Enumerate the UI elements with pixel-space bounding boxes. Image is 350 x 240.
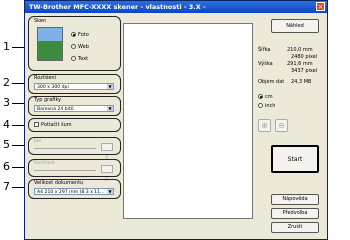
chevron-down-icon[interactable]: ▼: [107, 189, 113, 194]
defaults-button[interactable]: Předvolba: [271, 208, 319, 219]
help-button[interactable]: Nápověda: [271, 194, 319, 205]
scan-group-label: Sken: [34, 18, 47, 24]
callout-5: 5: [3, 138, 10, 151]
document-size-label: Velikost dokumentu: [34, 180, 84, 186]
brightness-slider[interactable]: [34, 148, 96, 149]
chevron-down-icon[interactable]: ▼: [107, 106, 113, 111]
document-size-value: A4 210 x 297 mm (8.3 x 11...: [37, 190, 105, 195]
brightness-label: Jas: [34, 138, 42, 144]
width-mm-value: 210,0 mm: [287, 47, 313, 53]
chevron-down-icon[interactable]: ▼: [107, 84, 113, 89]
height-px-value: 3437 pixel: [291, 68, 318, 74]
scan-option-text-label[interactable]: Text: [78, 56, 88, 62]
zoom-out-icon[interactable]: ⊖: [275, 119, 288, 132]
scan-option-photo-radio[interactable]: [71, 32, 76, 37]
contrast-label: Kontrast: [34, 160, 55, 166]
callout-4: 4: [3, 118, 10, 131]
reduce-noise-label[interactable]: Potlačit šum: [41, 122, 72, 128]
scanner-properties-window: TW-Brother MFC-XXXX skener - vlastnosti …: [24, 0, 328, 240]
height-label: Výška: [258, 61, 273, 67]
callout-3: 3: [3, 96, 10, 109]
scan-option-web-radio[interactable]: [71, 44, 76, 49]
unit-cm-label[interactable]: cm: [265, 94, 273, 100]
window-title: TW-Brother MFC-XXXX skener - vlastnosti …: [25, 1, 327, 13]
callout-1: 1: [3, 40, 10, 53]
start-button[interactable]: Start: [271, 145, 319, 173]
brightness-value-field[interactable]: 0: [101, 143, 113, 161]
contrast-slider[interactable]: [34, 170, 96, 171]
document-size-select[interactable]: A4 210 x 297 mm (8.3 x 11... ▼: [34, 188, 114, 195]
data-size-label: Objem dat: [258, 79, 285, 85]
scan-type-value: Barevná 24 bitů: [37, 107, 74, 112]
zoom-in-icon[interactable]: ⊕: [258, 119, 271, 132]
callout-6: 6: [3, 160, 10, 173]
contrast-value-field[interactable]: 0: [101, 165, 113, 183]
cancel-button[interactable]: Zrušit: [271, 222, 319, 233]
width-px-value: 2480 pixel: [291, 54, 318, 60]
scan-type-label: Typ grafiky: [34, 97, 62, 103]
unit-inch-label[interactable]: inch: [265, 103, 275, 109]
scan-option-photo-label[interactable]: Foto: [78, 32, 89, 38]
height-mm-value: 291,6 mm: [287, 61, 313, 67]
unit-cm-radio[interactable]: [258, 94, 263, 99]
resolution-select[interactable]: 300 x 300 dpi ▼: [34, 83, 114, 90]
preview-button[interactable]: Náhled: [271, 19, 319, 33]
resolution-value: 300 x 300 dpi: [37, 85, 69, 90]
scan-type-select[interactable]: Barevná 24 bitů ▼: [34, 105, 114, 112]
callout-2: 2: [3, 76, 10, 89]
scan-photo-thumbnail: [37, 27, 63, 61]
close-icon[interactable]: ×: [316, 2, 325, 11]
callout-7: 7: [3, 180, 10, 193]
preview-area[interactable]: [123, 23, 253, 219]
width-label: Šířka: [258, 47, 271, 53]
data-size-value: 24,3 MB: [291, 79, 312, 85]
resolution-label: Rozlišení: [34, 75, 56, 81]
scan-option-text-radio[interactable]: [71, 56, 76, 61]
unit-inch-radio[interactable]: [258, 103, 263, 108]
reduce-noise-checkbox[interactable]: [34, 122, 39, 127]
scan-option-web-label[interactable]: Web: [78, 44, 89, 50]
